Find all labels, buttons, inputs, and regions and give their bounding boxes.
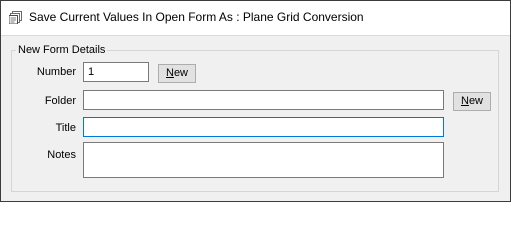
group-legend: New Form Details xyxy=(16,44,108,56)
folder-field[interactable] xyxy=(83,90,444,110)
number-new-button-label: ew xyxy=(173,67,188,79)
folder-new-button-mnemonic: N xyxy=(460,95,469,107)
dialog-window: Save Current Values In Open Form As : Pl… xyxy=(0,0,511,202)
folder-label: Folder xyxy=(44,95,76,107)
notes-field[interactable] xyxy=(83,142,444,178)
number-new-button[interactable]: New xyxy=(158,64,196,83)
folder-new-button[interactable]: New xyxy=(453,92,491,111)
folder-new-button-label: ew xyxy=(468,95,483,107)
number-new-button-mnemonic: N xyxy=(165,67,174,79)
number-field[interactable] xyxy=(83,62,149,82)
form-stack-icon xyxy=(8,11,22,25)
title-field[interactable] xyxy=(83,117,444,137)
dialog-header: Save Current Values In Open Form As : Pl… xyxy=(1,1,510,35)
notes-label: Notes xyxy=(47,149,76,161)
title-label: Title xyxy=(55,122,76,134)
dialog-title: Save Current Values In Open Form As : Pl… xyxy=(29,10,364,24)
number-label: Number xyxy=(36,66,76,78)
header-divider xyxy=(1,35,510,36)
